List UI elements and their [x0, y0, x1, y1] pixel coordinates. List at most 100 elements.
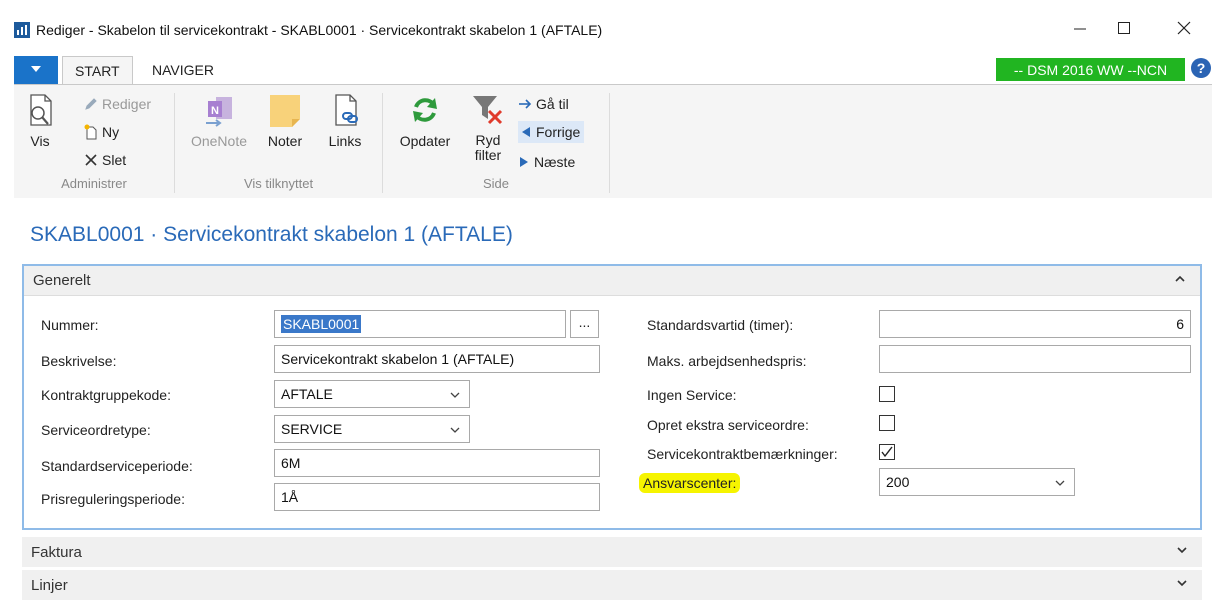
file-menu-button[interactable]	[14, 56, 58, 84]
tab-start[interactable]: START	[62, 56, 133, 85]
chevron-up-icon[interactable]	[1174, 273, 1186, 285]
field-label-serviceordretype: Serviceordretype:	[41, 422, 151, 438]
onenote-label: OneNote	[190, 133, 248, 149]
nummer-field[interactable]: SKABL0001	[274, 310, 566, 338]
ansvarscenter-label-text: Ansvarscenter:	[639, 473, 741, 493]
next-icon	[520, 157, 528, 167]
section-title-faktura: Faktura	[31, 543, 82, 561]
vis-button[interactable]: Vis	[20, 93, 60, 149]
group-side: Opdater Ryd filter Gå til Forrige Næste …	[384, 85, 608, 199]
ribbon-tabs: START NAVIGER -- DSM 2016 WW --NCN ?	[0, 56, 1222, 85]
chevron-down-icon[interactable]	[1176, 577, 1188, 589]
beskrivelse-field[interactable]: Servicekontrakt skabelon 1 (AFTALE)	[274, 345, 600, 373]
chevron-down-icon	[1055, 480, 1065, 486]
group-administrer: Vis Rediger Ny Slet Administrer	[14, 85, 174, 199]
nummer-value: SKABL0001	[281, 315, 362, 333]
slet-button[interactable]: Slet	[84, 149, 126, 171]
opdater-button[interactable]: Opdater	[394, 93, 456, 149]
group-vis-tilknyttet: N OneNote Noter Links Vis tilknyttet	[176, 85, 381, 199]
standardsvartid-field[interactable]: 6	[879, 310, 1191, 338]
ansvarscenter-value: 200	[886, 474, 910, 490]
forrige-button[interactable]: Forrige	[518, 121, 585, 143]
group-label-vis-tilknyttet: Vis tilknyttet	[243, 176, 314, 191]
field-label-maks-arbejdsenhedspris: Maks. arbejdsenhedspris:	[647, 353, 807, 369]
delete-icon	[85, 154, 97, 166]
serviceordretype-select[interactable]: SERVICE	[274, 415, 470, 443]
environment-badge: -- DSM 2016 WW --NCN	[996, 58, 1185, 81]
rediger-label: Rediger	[102, 96, 152, 112]
section-faktura: Faktura	[22, 537, 1202, 567]
noter-button[interactable]: Noter	[262, 93, 308, 149]
onenote-button[interactable]: N OneNote	[186, 93, 252, 149]
section-title-generelt: Generelt	[33, 272, 91, 289]
title-bar: Rediger - Skabelon til servicekontrakt -…	[0, 0, 1222, 46]
new-document-icon	[84, 124, 97, 140]
naeste-label: Næste	[534, 154, 576, 170]
links-label: Links	[328, 133, 362, 149]
forrige-label: Forrige	[536, 124, 581, 140]
field-label-servicekontraktbemaerkninger: Servicekontraktbemærkninger:	[647, 446, 838, 462]
window-title: Rediger - Skabelon til servicekontrakt -…	[36, 22, 603, 38]
checkmark-icon	[881, 446, 893, 458]
nummer-lookup-button[interactable]: ...	[570, 310, 599, 338]
field-label-ansvarscenter: Ansvarscenter:	[639, 473, 741, 493]
naeste-button[interactable]: Næste	[518, 151, 575, 173]
group-label-administrer: Administrer	[61, 176, 127, 191]
pencil-icon	[85, 98, 97, 110]
group-label-side: Side	[482, 176, 510, 191]
onenote-icon: N	[206, 97, 232, 127]
view-document-icon	[30, 94, 52, 126]
ribbon-divider	[609, 93, 610, 193]
servicekontraktbemaerkninger-checkbox[interactable]	[879, 444, 895, 460]
maks-arbejdsenhedspris-field[interactable]	[879, 345, 1191, 373]
vis-label: Vis	[30, 133, 50, 149]
ny-label: Ny	[102, 124, 120, 140]
svg-text:N: N	[211, 105, 219, 117]
field-label-standardserviceperiode: Standardserviceperiode:	[41, 458, 193, 474]
standardserviceperiode-field[interactable]: 6M	[274, 449, 600, 477]
section-header-faktura[interactable]: Faktura	[22, 537, 1202, 567]
chevron-down-icon	[31, 66, 41, 72]
section-title-linjer: Linjer	[31, 576, 68, 594]
noter-label: Noter	[267, 133, 303, 149]
field-label-ingen-service: Ingen Service:	[647, 387, 737, 403]
ingen-service-checkbox[interactable]	[879, 386, 895, 402]
chevron-down-icon	[450, 427, 460, 433]
ny-button[interactable]: Ny	[84, 121, 119, 143]
section-header-linjer[interactable]: Linjer	[22, 570, 1202, 600]
note-icon	[270, 95, 300, 127]
ryd-label: Ryd	[475, 132, 501, 148]
kontraktgruppekode-select[interactable]: AFTALE	[274, 380, 470, 408]
kontraktgruppekode-value: AFTALE	[281, 386, 333, 402]
opret-ekstra-serviceordre-checkbox[interactable]	[879, 415, 895, 431]
section-linjer: Linjer	[22, 570, 1202, 600]
field-label-opret-ekstra-serviceordre: Opret ekstra serviceordre:	[647, 417, 809, 433]
maximize-icon[interactable]	[1104, 14, 1144, 42]
section-generelt: Generelt Nummer: Beskrivelse: Kontraktgr…	[22, 264, 1202, 530]
close-icon[interactable]	[1164, 14, 1204, 42]
rediger-button[interactable]: Rediger	[84, 93, 151, 115]
page-title: SKABL0001 · Servicekontrakt skabelon 1 (…	[30, 223, 513, 246]
link-document-icon	[335, 94, 358, 126]
help-icon[interactable]: ?	[1191, 58, 1211, 78]
ribbon-divider	[382, 93, 383, 193]
app-icon	[14, 22, 30, 38]
chevron-down-icon[interactable]	[1176, 544, 1188, 556]
field-label-prisreguleringsperiode: Prisreguleringsperiode:	[41, 491, 185, 507]
prisreguleringsperiode-field[interactable]: 1Å	[274, 483, 600, 511]
arrow-right-icon	[519, 99, 532, 109]
ansvarscenter-select[interactable]: 200	[879, 468, 1075, 496]
field-label-standardsvartid: Standardsvartid (timer):	[647, 317, 794, 333]
clear-filter-icon	[473, 96, 503, 125]
ryd-filter-button[interactable]: Ryd filter	[468, 93, 508, 163]
chevron-down-icon	[450, 392, 460, 398]
minimize-icon[interactable]	[1060, 14, 1100, 42]
tab-naviger[interactable]: NAVIGER	[140, 56, 226, 85]
previous-icon	[522, 127, 530, 137]
ribbon: Vis Rediger Ny Slet Administrer N OneNot…	[14, 84, 1212, 198]
gaa-til-button[interactable]: Gå til	[518, 93, 569, 115]
slet-label: Slet	[102, 152, 127, 168]
section-header-generelt[interactable]: Generelt	[24, 266, 1200, 296]
links-button[interactable]: Links	[322, 93, 368, 149]
filter-label: filter	[474, 147, 502, 163]
